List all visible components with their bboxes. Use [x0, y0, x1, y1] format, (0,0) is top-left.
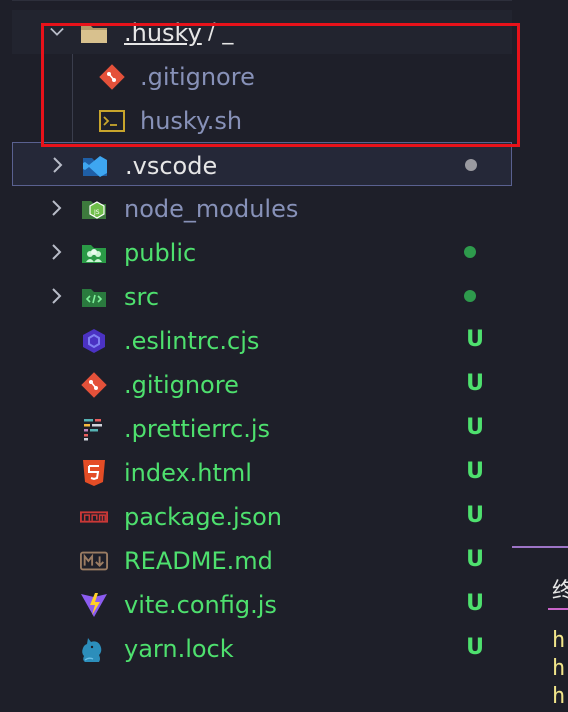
tree-item-yarn-lock[interactable]: yarn.lock U — [12, 626, 512, 670]
public-folder-icon — [80, 239, 108, 267]
status-dot — [464, 246, 476, 258]
git-icon — [80, 371, 108, 399]
vscode-folder-icon — [81, 152, 109, 180]
git-status-badge: U — [466, 327, 484, 352]
chevron-down-icon[interactable] — [50, 21, 64, 43]
chevron-right-icon[interactable] — [50, 241, 64, 263]
tree-item-vscode-folder[interactable]: .vscode — [12, 142, 512, 186]
tree-item-public-folder[interactable]: public — [12, 230, 512, 274]
tree-item-label: public — [124, 239, 197, 267]
eslint-icon — [80, 327, 108, 355]
tree-item-label: src — [124, 283, 160, 311]
status-dot — [464, 290, 476, 302]
tree-item-label: .vscode — [125, 152, 218, 180]
tree-item-label: README.md — [124, 547, 273, 575]
terminal-line: h — [552, 628, 566, 653]
tree-item-label: .gitignore — [124, 371, 239, 399]
tree-item-label: husky.sh — [140, 107, 243, 135]
tree-item-readme[interactable]: README.md U — [12, 538, 512, 582]
git-status-badge: U — [466, 547, 484, 572]
terminal-tab-title[interactable]: 终 — [552, 573, 568, 605]
git-status-badge: U — [466, 459, 484, 484]
tree-item-vite-config[interactable]: vite.config.js U — [12, 582, 512, 626]
git-status-badge: U — [466, 591, 484, 616]
git-icon — [98, 63, 126, 91]
chevron-right-icon[interactable] — [50, 197, 64, 219]
tree-item-prettierrc[interactable]: .prettierrc.js U — [12, 406, 512, 450]
git-status-badge: U — [466, 503, 484, 528]
tree-item-label: vite.config.js — [124, 591, 277, 619]
tree-item-label: package.json — [124, 503, 283, 531]
src-folder-icon — [80, 283, 108, 311]
tree-item-node-modules-folder[interactable]: JS node_modules — [12, 186, 512, 230]
svg-text:JS: JS — [93, 209, 100, 216]
git-status-badge: U — [466, 371, 484, 396]
chevron-right-icon[interactable] — [50, 285, 64, 307]
tree-item-package-json[interactable]: package.json U — [12, 494, 512, 538]
tree-item-label: .gitignore — [140, 63, 255, 91]
vite-icon — [80, 591, 108, 619]
tree-item-label: .eslintrc.cjs — [124, 327, 260, 355]
prettier-icon — [80, 415, 108, 443]
terminal-panel: 终 h h h — [512, 546, 568, 712]
tree-item-label: node_modules — [124, 195, 299, 223]
html5-icon — [80, 459, 108, 487]
terminal-line: h — [552, 684, 566, 709]
tree-item-gitignore[interactable]: .gitignore U — [12, 362, 512, 406]
tree-item-husky-gitignore[interactable]: .gitignore — [12, 54, 512, 98]
nodejs-folder-icon: JS — [80, 195, 108, 223]
compact-folder-suffix: / _ — [208, 20, 234, 45]
npm-icon — [80, 503, 108, 531]
git-status-badge: U — [466, 635, 484, 660]
folder-open-icon — [80, 19, 108, 47]
markdown-icon — [80, 547, 108, 575]
yarn-icon — [80, 635, 108, 663]
git-status-badge: U — [466, 415, 484, 440]
tree-item-husky-folder[interactable]: .husky / _ — [12, 10, 512, 54]
terminal-icon — [98, 107, 126, 135]
tree-item-src-folder[interactable]: src — [12, 274, 512, 318]
chevron-right-icon[interactable] — [51, 154, 65, 176]
status-dot — [465, 159, 477, 171]
terminal-tab-underline — [548, 608, 568, 610]
terminal-line: h — [552, 656, 566, 681]
tree-item-eslintrc[interactable]: .eslintrc.cjs U — [12, 318, 512, 362]
tree-item-label: .husky — [124, 19, 202, 47]
tree-item-index-html[interactable]: index.html U — [12, 450, 512, 494]
tree-item-label: yarn.lock — [124, 635, 234, 663]
tree-item-husky-sh[interactable]: husky.sh — [12, 98, 512, 142]
file-explorer: .husky / _ .gitignore husky.sh .vscode J… — [12, 0, 512, 710]
tree-item-label: index.html — [124, 459, 252, 487]
tree-item-label: .prettierrc.js — [124, 415, 271, 443]
